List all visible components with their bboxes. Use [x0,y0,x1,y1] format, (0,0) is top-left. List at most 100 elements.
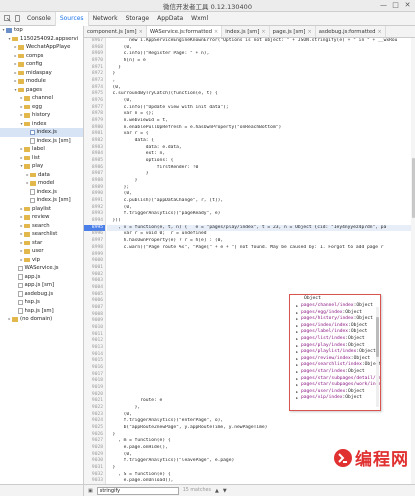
line-number[interactable]: 9012 [84,338,105,345]
line-number[interactable]: 8988 [84,178,105,185]
tab-network[interactable]: Network [89,12,122,26]
tree-folder[interactable]: ▸ star [0,239,83,248]
tree-folder[interactable]: ▸ module [0,77,83,86]
code-line[interactable]: (0, [107,98,415,105]
close-tab-icon[interactable]: × [139,26,143,37]
line-number[interactable]: 9000 [84,258,105,265]
line-number[interactable]: 9007 [84,305,105,312]
code-line[interactable]: }; [107,185,415,192]
code-line[interactable]: c.publish)("appDataChange", r, [t]), [107,198,415,205]
line-number[interactable]: 9025 [84,425,105,432]
code-line[interactable]: } [107,178,415,185]
tree-folder[interactable]: ▸ WechatAppPlaye [0,43,83,52]
line-number-gutter[interactable]: 8967 8968 8969 8970 8971 8972 8973 8974 8975 8976… [84,38,106,484]
tree-file[interactable]: app.js [0,273,83,282]
tree-folder[interactable]: ▸ searchlist [0,230,83,239]
code-line[interactable]: , v = function(e, t, n) { e = "pages/pla… [107,224,415,232]
tree-folder[interactable]: ▾ top [0,26,83,35]
tree-file[interactable]: app.js [sm] [0,281,83,290]
line-number[interactable]: 9013 [84,345,105,352]
tree-folder[interactable]: ▸ channel [0,94,83,103]
close-tab-icon[interactable]: × [377,26,381,37]
tree-folder[interactable]: ▸ (no domain) [0,315,83,324]
close-tab-icon[interactable]: × [214,26,218,37]
tree-folder[interactable]: ▸ review [0,213,83,222]
code-line[interactable]: h.hasOwnProperty(e) ? r = h[e] : (0, [107,238,415,245]
code-line[interactable]: f.triggerAnalytics)("pageReady", e) [107,211,415,218]
code-line[interactable]: new i.AppServiceEngineKnownError("Option… [107,38,415,45]
code-line[interactable]: c.info)("Register Page: " + n), [107,51,415,58]
code-line[interactable]: c.info)("Update view with init data"); [107,105,415,112]
tree-folder[interactable]: ▸ vip [0,256,83,265]
autocomplete-item[interactable]: ▶ pages/vip/index: Object [290,395,380,402]
code-line[interactable]: })) [107,218,415,225]
line-number[interactable]: 8998 [84,245,105,252]
autocomplete-item[interactable]: ▶pages/star/subpages/work/index: Object [290,382,380,389]
line-number[interactable]: 9027 [84,438,105,445]
inspect-icon[interactable] [3,15,11,23]
search-input[interactable]: stringify [96,486,179,495]
autocomplete-popup[interactable]: Object ▶ pages/channel/index: Object ▶ page… [289,294,381,411]
code-editor[interactable]: 8967 8968 8969 8970 8971 8972 8973 8974 8975 8976… [84,38,415,484]
editor-tab[interactable]: index.js [sm] × [222,26,270,37]
code-line[interactable]: n.webviewId = t, [107,118,415,125]
code-line[interactable]: f.triggerAnalytics)("enterPage", o), [107,418,415,425]
code-line[interactable] [107,252,415,259]
tree-file[interactable]: index.js [sm] [0,137,83,146]
code-line[interactable]: (0, [107,191,415,198]
line-number[interactable]: 9024 [84,418,105,425]
line-number[interactable]: 9030 [84,458,105,465]
line-number[interactable]: 9022 [84,405,105,412]
code-line[interactable]: } [107,432,415,439]
code-lines[interactable]: new i.AppServiceEngineKnownError("Option… [107,38,415,484]
line-number[interactable]: 8994 [84,218,105,225]
autocomplete-item[interactable]: ▶ pages/searchlist/index: Object [290,362,380,369]
code-line[interactable]: data: { [107,138,415,145]
tree-file[interactable]: asdebug.js [0,290,83,299]
line-number[interactable]: 9016 [84,365,105,372]
line-number[interactable]: 9015 [84,358,105,365]
editor-tab[interactable]: WAService.js:formatted × [146,26,223,37]
prev-match-button[interactable]: ▲ [215,488,219,494]
tree-folder[interactable]: ▸ model [0,179,83,188]
code-line[interactable]: c.surroundByTryCatch)(function(e, t) { [107,91,415,98]
editor-scrollbar[interactable] [411,38,415,484]
code-line[interactable]: b("appRoute2newPage", y.appRouteTime, y.… [107,425,415,432]
code-line[interactable]: } [107,65,415,72]
close-tab-icon[interactable]: × [261,26,265,37]
line-number[interactable]: 8967 [84,38,105,45]
code-line[interactable]: ext: n, [107,151,415,158]
editor-tab[interactable]: page.js [sm] × [270,26,316,37]
autocomplete-item[interactable]: ▶ pages/list/index: Object [290,336,380,343]
tree-folder[interactable]: ▾ play [0,162,83,171]
code-line[interactable]: n.enablePullUpRefresh = e.hasOwnProperty… [107,125,415,132]
tab-appdata[interactable]: AppData [153,12,187,26]
code-line[interactable] [107,278,415,285]
editor-scrollbar-thumb[interactable] [411,158,415,218]
tab-storage[interactable]: Storage [122,12,153,26]
autocomplete-scrollbar[interactable] [376,307,379,407]
tree-folder[interactable]: ▸ list [0,154,83,163]
next-match-button[interactable]: ▼ [223,488,227,494]
autocomplete-item[interactable]: ▶ pages/playlist/index: Object [290,349,380,356]
tree-file[interactable]: WAService.js [0,264,83,273]
code-line[interactable]: (0, [107,205,415,212]
code-line[interactable]: var n = {}; [107,111,415,118]
tree-folder[interactable]: ▸ user [0,247,83,256]
line-number[interactable]: 9031 [84,465,105,472]
tree-folder[interactable]: ▾ pages [0,86,83,95]
code-line[interactable]: var r = { [107,131,415,138]
code-line[interactable]: options: { [107,158,415,165]
line-number[interactable]: 9006 [84,298,105,305]
maximize-button[interactable]: □ [392,2,399,9]
code-line[interactable]: } [107,71,415,78]
autocomplete-item[interactable]: ▶ pages/channel/index: Object [290,303,380,310]
tree-folder[interactable]: ▸ egg [0,103,83,112]
tree-folder[interactable]: ▸ midaspay [0,69,83,78]
code-line[interactable] [107,285,415,292]
tree-folder[interactable]: ▸ config [0,60,83,69]
line-number[interactable]: 9001 [84,265,105,272]
code-line[interactable]: h[n] = e [107,58,415,65]
code-line[interactable]: c.warn)("Page route %s", "Page[" + e + "… [107,245,415,252]
line-number[interactable]: 8979 [84,118,105,125]
